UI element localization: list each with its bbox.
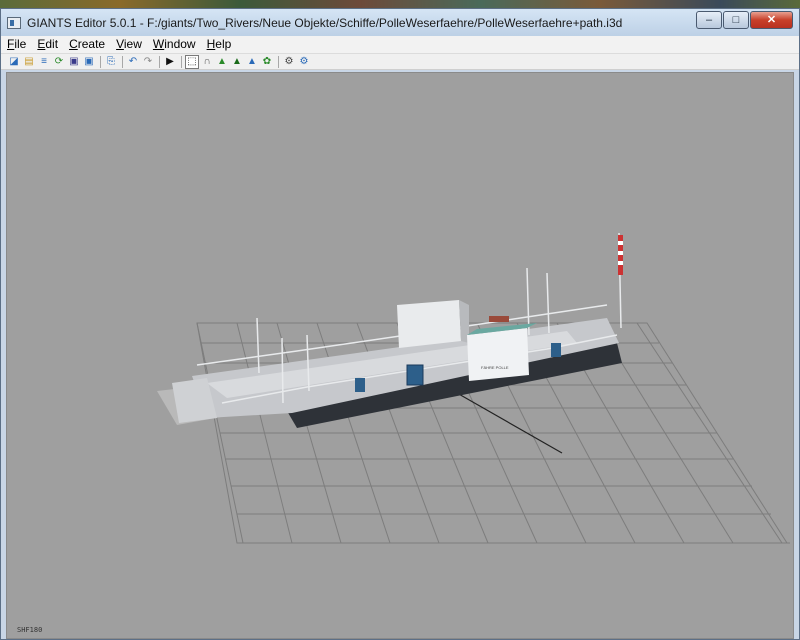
- new-file-icon[interactable]: ◪: [7, 55, 21, 69]
- toolbar: ◪ ▤ ≡ ⟳ ▣ ▣ ⎘ ↶ ↷ ▶ ⬚ ∩ ▲ ▲ ▲ ✿ ⚙ ⚙: [1, 54, 799, 70]
- maximize-button[interactable]: □: [723, 11, 749, 29]
- toolbar-separator: [181, 55, 182, 68]
- foliage-icon[interactable]: ✿: [260, 55, 274, 69]
- undo-icon[interactable]: ↶: [126, 55, 140, 69]
- import-icon[interactable]: ≡: [37, 55, 51, 69]
- toolbar-separator: [159, 55, 160, 68]
- save-all-icon[interactable]: ▣: [82, 55, 96, 69]
- window-title: GIANTS Editor 5.0.1 - F:/giants/Two_Rive…: [27, 15, 623, 30]
- menu-bar: File Edit Create View Window Help: [1, 36, 799, 54]
- play-icon[interactable]: ▶: [163, 55, 177, 69]
- terrain-height-icon[interactable]: ▲: [245, 55, 259, 69]
- settings-gear-2-icon[interactable]: ⚙: [297, 55, 311, 69]
- save-icon[interactable]: ▣: [67, 55, 81, 69]
- title-bar[interactable]: GIANTS Editor 5.0.1 - F:/giants/Two_Rive…: [1, 9, 799, 36]
- app-icon: [7, 16, 21, 29]
- menu-file[interactable]: File: [1, 36, 31, 53]
- window-controls: – □ ✕: [695, 11, 793, 29]
- magnet-icon[interactable]: ∩: [200, 55, 214, 69]
- select-tool-icon[interactable]: ⬚: [185, 54, 199, 69]
- open-folder-icon[interactable]: ▤: [22, 55, 36, 69]
- menu-create[interactable]: Create: [63, 36, 110, 53]
- ferry-model: FÄHRE POLLE: [157, 232, 623, 428]
- terrain-paint-icon[interactable]: ▲: [215, 55, 229, 69]
- menu-help[interactable]: Help: [201, 36, 237, 53]
- terrain-sculpt-icon[interactable]: ▲: [230, 55, 244, 69]
- 3d-viewport[interactable]: FÄHRE POLLE SHF180: [6, 72, 794, 639]
- minimize-button[interactable]: –: [696, 11, 722, 29]
- toolbar-separator: [122, 55, 123, 68]
- close-button[interactable]: ✕: [750, 11, 793, 29]
- refresh-icon[interactable]: ⟳: [52, 55, 66, 69]
- cabin-label: FÄHRE POLLE: [481, 365, 509, 370]
- scene-render: FÄHRE POLLE: [157, 232, 790, 544]
- redo-icon[interactable]: ↷: [141, 55, 155, 69]
- editor-window: GIANTS Editor 5.0.1 - F:/giants/Two_Rive…: [0, 8, 800, 640]
- settings-gear-icon[interactable]: ⚙: [282, 55, 296, 69]
- menu-window[interactable]: Window: [147, 36, 201, 53]
- toolbar-separator: [278, 55, 279, 68]
- copy-icon[interactable]: ⎘: [104, 55, 118, 69]
- grid-axis-line: [456, 392, 563, 454]
- status-readout: SHF180: [17, 626, 43, 634]
- menu-view[interactable]: View: [110, 36, 147, 53]
- menu-edit[interactable]: Edit: [31, 36, 63, 53]
- toolbar-separator: [100, 55, 101, 68]
